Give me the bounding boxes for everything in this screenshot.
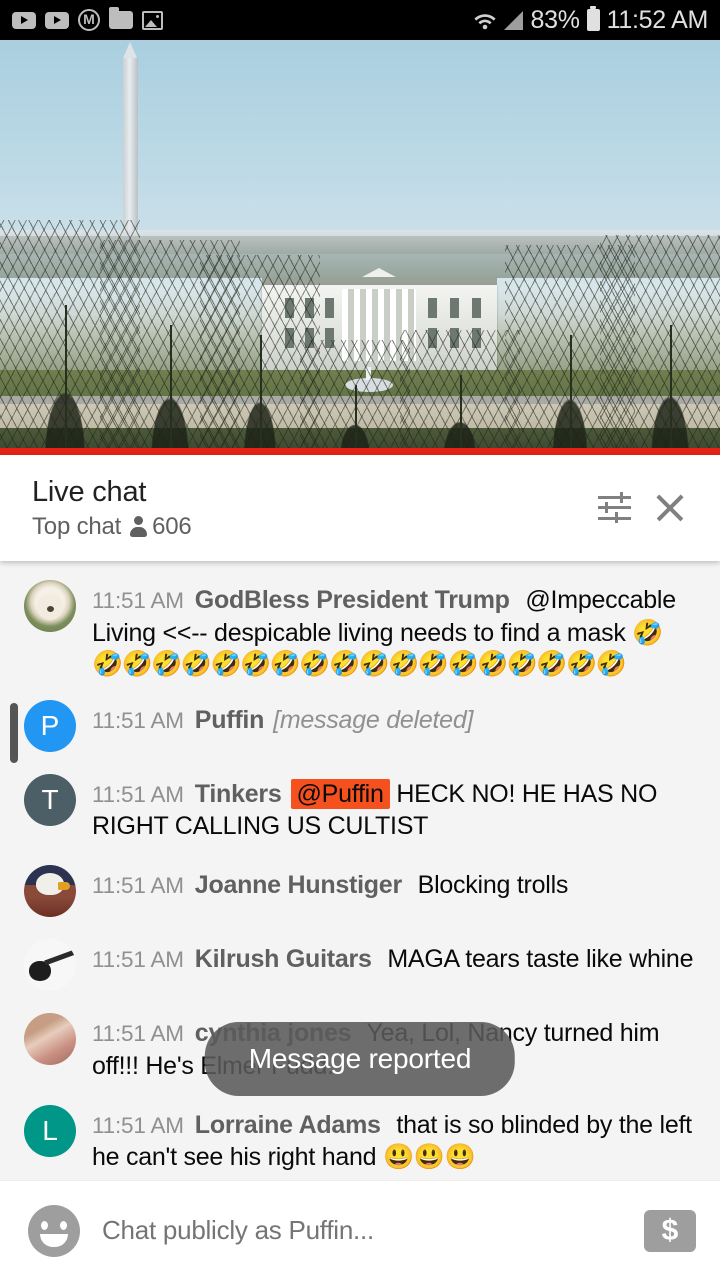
message-author[interactable]: Tinkers bbox=[195, 780, 282, 808]
dollar-icon[interactable]: $ bbox=[644, 1209, 696, 1252]
battery-percent: 83% bbox=[530, 5, 580, 34]
chat-message[interactable]: 11:51 AM Kilrush Guitars MAGA tears taste… bbox=[0, 928, 720, 1002]
message-author[interactable]: Lorraine Adams bbox=[195, 1111, 381, 1139]
message-timestamp: 11:51 AM bbox=[92, 707, 184, 733]
chat-message-body: 11:51 AM Lorraine Adams that is so blinde… bbox=[92, 1105, 702, 1175]
chat-settings-button[interactable] bbox=[586, 480, 642, 536]
status-bar: 83% 11:52 AM bbox=[0, 0, 720, 40]
status-bar-notifications bbox=[12, 7, 163, 31]
tree bbox=[400, 330, 520, 455]
emoji-icon[interactable] bbox=[28, 1204, 80, 1257]
white-house-window bbox=[428, 298, 437, 318]
close-chat-button[interactable] bbox=[642, 480, 698, 536]
avatar[interactable] bbox=[24, 865, 76, 917]
message-deleted-label: [message deleted] bbox=[273, 705, 474, 734]
message-timestamp: 11:51 AM bbox=[92, 781, 184, 807]
clock: 11:52 AM bbox=[606, 5, 709, 34]
viewer-count-group: 606 bbox=[130, 513, 192, 541]
message-timestamp: 11:51 AM bbox=[92, 1021, 184, 1046]
clipped-message-top bbox=[0, 561, 720, 569]
chat-message[interactable]: L 11:51 AM Lorraine Adams that is so blin… bbox=[0, 1094, 720, 1181]
message-text: Blocking trolls bbox=[410, 871, 569, 899]
superchat-glyph: $ bbox=[661, 1213, 679, 1247]
message-author[interactable]: Joanne Hunstiger bbox=[195, 871, 402, 899]
message-author[interactable]: Puffin bbox=[195, 706, 265, 734]
wifi-icon bbox=[473, 11, 497, 30]
youtube-icon bbox=[45, 11, 69, 29]
chat-input[interactable] bbox=[102, 1215, 644, 1246]
image-icon bbox=[142, 10, 163, 30]
chat-mode-label[interactable]: Top chat bbox=[32, 513, 121, 541]
avatar[interactable] bbox=[24, 580, 76, 632]
avatar[interactable]: L bbox=[24, 1104, 76, 1157]
chat-message-list[interactable]: 11:51 AM GodBless President Trump @Impecc… bbox=[0, 561, 720, 1180]
avatar[interactable] bbox=[24, 939, 76, 991]
avatar[interactable]: P bbox=[24, 699, 76, 752]
tune-icon bbox=[597, 491, 631, 523]
m-circle-icon bbox=[78, 8, 100, 31]
video-progress-bar[interactable] bbox=[0, 448, 720, 455]
youtube-icon bbox=[12, 11, 36, 29]
chat-title-block: Live chat Top chat 606 bbox=[32, 475, 586, 541]
chat-message-body: 11:51 AM Joanne Hunstiger Blocking trolls bbox=[92, 865, 702, 902]
viewer-count: 606 bbox=[152, 513, 192, 541]
avatar-letter: P bbox=[40, 709, 60, 741]
close-icon bbox=[654, 492, 686, 524]
tree bbox=[600, 235, 720, 455]
white-house-window bbox=[325, 298, 334, 318]
message-text: MAGA tears taste like whine bbox=[380, 945, 694, 973]
person-icon bbox=[130, 516, 148, 538]
page-title: Live chat bbox=[32, 475, 147, 508]
chat-message-body: 11:51 AM Puffin [message deleted] bbox=[92, 700, 702, 737]
message-timestamp: 11:51 AM bbox=[92, 873, 184, 898]
avatar[interactable] bbox=[24, 1013, 76, 1065]
message-highlight-bar bbox=[10, 702, 18, 763]
message-timestamp: 11:51 AM bbox=[92, 947, 184, 972]
message-emoji-row: 🤣🤣🤣🤣🤣🤣🤣🤣🤣🤣🤣🤣🤣🤣🤣🤣🤣🤣 bbox=[92, 649, 627, 678]
chat-subheader: Top chat 606 bbox=[32, 513, 586, 541]
chat-message-body: 11:51 AM Tinkers @Puffin HECK NO! HE HAS N… bbox=[92, 774, 702, 844]
avatar-letter: L bbox=[42, 1114, 58, 1146]
chat-message[interactable]: P 11:51 AM Puffin [message deleted] bbox=[0, 689, 720, 763]
status-bar-system: 83% 11:52 AM bbox=[473, 6, 708, 35]
chat-message[interactable]: 11:51 AM GodBless President Trump @Impecc… bbox=[0, 569, 720, 689]
message-mention[interactable]: @Puffin bbox=[290, 778, 390, 809]
white-house-window bbox=[472, 298, 481, 318]
message-timestamp: 11:51 AM bbox=[92, 588, 184, 613]
message-author[interactable]: Kilrush Guitars bbox=[195, 945, 372, 973]
chat-message[interactable]: 11:51 AM Joanne Hunstiger Blocking trolls bbox=[0, 854, 720, 928]
tree bbox=[300, 340, 410, 455]
chat-message-body: 11:51 AM Kilrush Guitars MAGA tears taste… bbox=[92, 939, 702, 976]
battery-icon bbox=[586, 6, 600, 31]
folder-icon bbox=[109, 7, 133, 29]
message-timestamp: 11:51 AM bbox=[92, 1112, 184, 1138]
chat-message-body: 11:51 AM GodBless President Trump @Impecc… bbox=[92, 580, 702, 678]
live-chat-header: Live chat Top chat 606 bbox=[0, 455, 720, 561]
chat-message[interactable]: T 11:51 AM Tinkers @Puffin HECK NO! HE HAS… bbox=[0, 763, 720, 855]
chat-input-bar: $ bbox=[0, 1180, 720, 1280]
message-author[interactable]: GodBless President Trump bbox=[195, 586, 510, 614]
signal-icon bbox=[504, 10, 524, 30]
avatar[interactable]: T bbox=[24, 773, 76, 826]
avatar-letter: T bbox=[41, 783, 59, 815]
white-house-window bbox=[450, 298, 459, 318]
toast-message: Message reported bbox=[204, 1022, 516, 1096]
video-player[interactable] bbox=[0, 40, 720, 455]
